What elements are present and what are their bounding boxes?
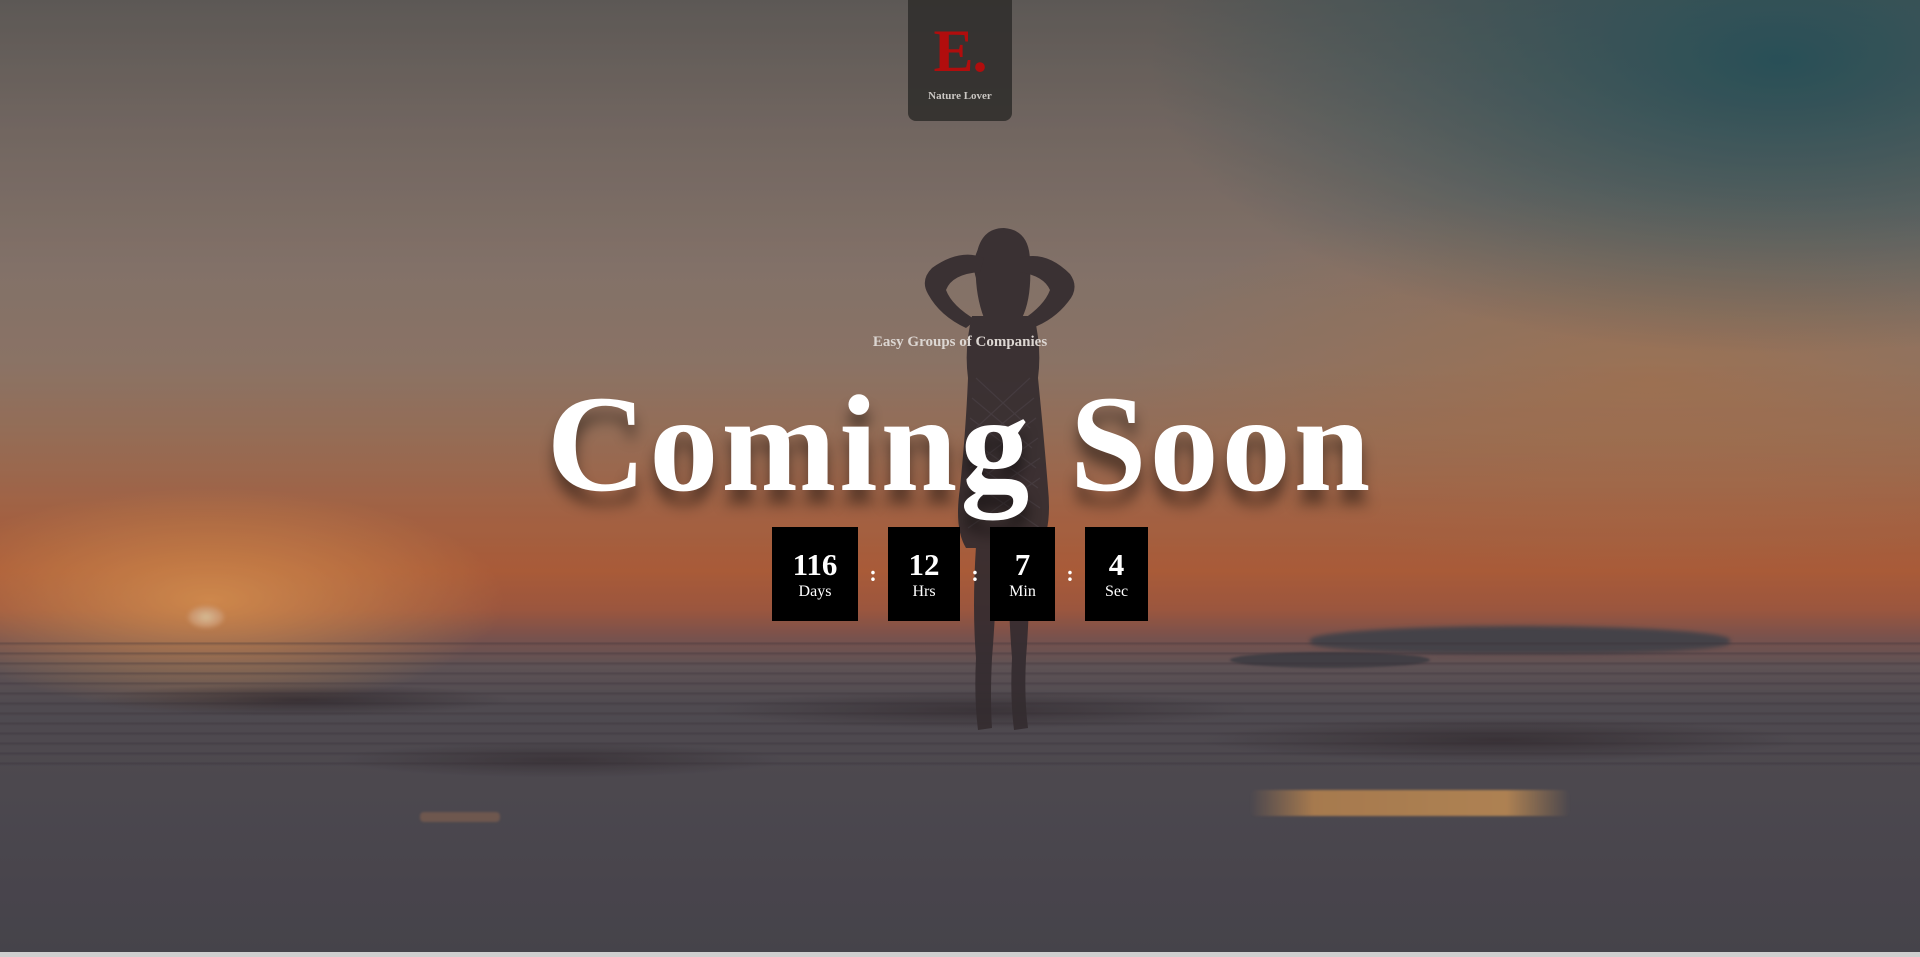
countdown-hours-value: 12 xyxy=(908,547,940,582)
countdown-seconds: 4 Sec xyxy=(1085,527,1148,621)
countdown-seconds-value: 4 xyxy=(1108,547,1125,582)
countdown-hours: 12 Hrs xyxy=(888,527,960,621)
countdown-hours-label: Hrs xyxy=(912,583,936,600)
countdown-separator: : xyxy=(1066,561,1074,586)
countdown-days-value: 116 xyxy=(792,547,838,582)
bottom-scroll-strip xyxy=(0,952,1920,957)
logo-badge[interactable]: E. Nature Lover xyxy=(908,0,1012,121)
countdown-minutes-value: 7 xyxy=(1014,547,1031,582)
logo-name: Nature Lover xyxy=(928,90,992,102)
countdown-minutes: 7 Min xyxy=(990,527,1055,621)
countdown-separator: : xyxy=(971,561,979,586)
countdown-minutes-label: Min xyxy=(1009,583,1036,600)
countdown-days: 116 Days xyxy=(772,527,858,621)
countdown-days-label: Days xyxy=(798,583,832,600)
page-background: E. Nature Lover Easy Groups of Companies… xyxy=(0,0,1920,952)
countdown-timer: 116 Days : 12 Hrs : 7 Min : 4 Sec xyxy=(0,527,1920,621)
countdown-separator: : xyxy=(869,561,877,586)
coming-soon-headline: Coming Soon xyxy=(546,367,1374,520)
company-tagline: Easy Groups of Companies xyxy=(872,334,1048,350)
countdown-seconds-label: Sec xyxy=(1104,583,1129,600)
logo-mark: E. xyxy=(933,18,987,84)
